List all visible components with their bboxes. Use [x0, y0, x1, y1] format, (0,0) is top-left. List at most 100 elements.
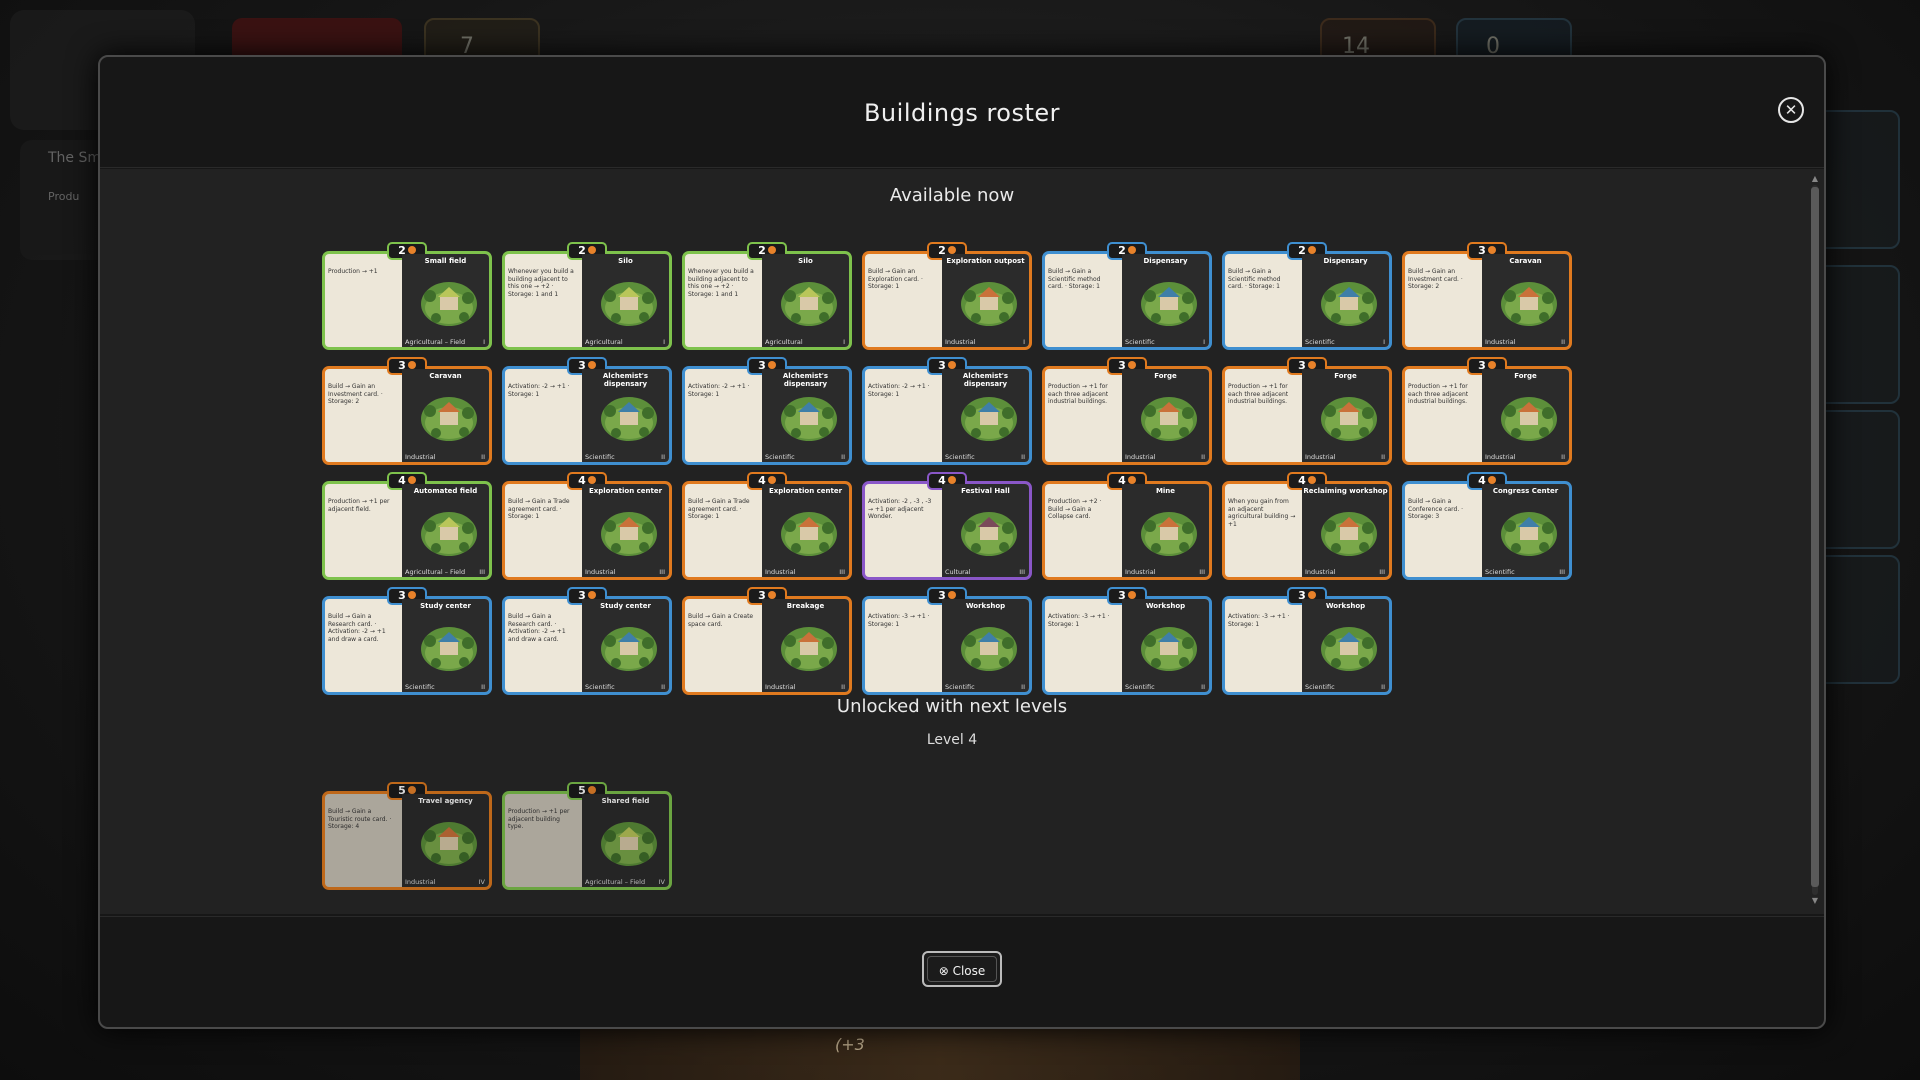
building-card[interactable]: 4 Build → Gain a Conference card. · Stora…	[1402, 472, 1572, 580]
building-card[interactable]: 3 Production → +1 for each three adjacent…	[1042, 357, 1212, 465]
resource-icon	[767, 361, 776, 369]
card-effect-text: Production → +1	[328, 268, 378, 275]
building-card[interactable]: 3 Activation: -3 → +1 · Storage: 1 Worksho…	[862, 587, 1032, 695]
modal-title: Buildings roster	[863, 99, 1061, 127]
scroll-thumb[interactable]	[1811, 187, 1819, 887]
card-art: Exploration center Industrial III	[762, 484, 849, 577]
card-type: Scientific	[1305, 338, 1335, 346]
resource-icon	[1127, 476, 1136, 484]
card-art: Forge Industrial II	[1482, 369, 1569, 462]
card-tier: I	[843, 338, 845, 346]
card-art: Exploration outpost Industrial I	[942, 254, 1029, 347]
building-card[interactable]: 2 Build → Gain a Scientific method card. …	[1042, 242, 1212, 350]
building-illustration-icon	[1321, 397, 1377, 441]
building-illustration-icon	[781, 512, 837, 556]
card-effect-text: Whenever you build a building adjacent t…	[508, 268, 574, 298]
card-effect-text: Build → Gain an Investment card. · Stora…	[1408, 268, 1463, 290]
bg-city-name: The Sm	[48, 150, 102, 166]
building-card[interactable]: 3 Build → Gain a Research card. · Activat…	[322, 587, 492, 695]
card-art: Festival Hall Cultural III	[942, 484, 1029, 577]
building-card[interactable]: 4 Build → Gain a Trade agreement card. · …	[682, 472, 852, 580]
roster-scroll-area[interactable]: Available now 2 Production → +1 Small fiel…	[100, 169, 1824, 914]
card-name: Exploration center	[768, 487, 843, 495]
card-type: Industrial	[1305, 453, 1336, 461]
card-effect-text: Activation: -3 → +1 · Storage: 1	[1048, 613, 1110, 628]
card-tier: II	[1381, 453, 1385, 461]
close-button[interactable]: ⊗ Close	[922, 951, 1002, 987]
card-effect-text: Build → Gain a Research card. · Activati…	[328, 613, 386, 643]
building-card[interactable]: 3 Production → +1 for each three adjacent…	[1222, 357, 1392, 465]
card-effect-text: Production → +1 for each three adjacent …	[1408, 383, 1469, 405]
resource-icon	[1307, 476, 1316, 484]
available-cards-grid: 2 Production → +1 Small field Agricultural …	[322, 239, 1582, 695]
card-type: Scientific	[1125, 683, 1155, 691]
card-effect-text: Whenever you build a building adjacent t…	[688, 268, 754, 298]
card-name: Caravan	[429, 372, 462, 380]
scroll-down-arrow-icon[interactable]: ▼	[1810, 897, 1820, 905]
building-card[interactable]: 3 Build → Gain an Investment card. · Stor…	[1402, 242, 1572, 350]
resource-icon	[947, 591, 956, 599]
building-illustration-icon	[601, 282, 657, 326]
building-card[interactable]: 2 Build → Gain a Scientific method card. …	[1222, 242, 1392, 350]
resource-icon	[1487, 361, 1496, 369]
card-tier: II	[1201, 683, 1205, 691]
card-tier: II	[481, 683, 485, 691]
building-card[interactable]: 3 Build → Gain an Investment card. · Stor…	[322, 357, 492, 465]
scrollbar[interactable]: ▲ ▼	[1810, 175, 1820, 905]
card-type: Scientific	[1305, 683, 1335, 691]
card-effect-text: Activation: -3 → +1 · Storage: 1	[1228, 613, 1290, 628]
card-name: Silo	[618, 257, 633, 265]
card-name: Workshop	[1325, 602, 1366, 610]
building-card[interactable]: 3 Build → Gain a Research card. · Activat…	[502, 587, 672, 695]
card-effect-text: Build → Gain a Scientific method card. ·…	[1228, 268, 1281, 290]
locked-building-card[interactable]: 5 Production → +1 per adjacent building t…	[502, 782, 672, 890]
card-art: Forge Industrial II	[1302, 369, 1389, 462]
resource-icon	[1487, 246, 1496, 254]
card-art: Silo Agricultural I	[582, 254, 669, 347]
building-illustration-icon	[961, 397, 1017, 441]
card-type: Agricultural – Field	[405, 338, 466, 346]
card-tier: II	[1561, 338, 1565, 346]
card-type: Industrial	[1485, 338, 1516, 346]
building-card[interactable]: 2 Build → Gain an Exploration card. · Sto…	[862, 242, 1032, 350]
building-card[interactable]: 3 Build → Gain a Create space card. Breaka…	[682, 587, 852, 695]
card-type: Scientific	[945, 683, 975, 691]
card-name: Dispensary	[1323, 257, 1368, 265]
close-circle-icon[interactable]: ✕	[1778, 97, 1804, 123]
card-tier: IV	[478, 878, 485, 886]
card-type: Industrial	[1125, 568, 1156, 576]
card-tier: III	[839, 568, 845, 576]
building-card[interactable]: 4 Production → +1 per adjacent field. Auto…	[322, 472, 492, 580]
scroll-up-arrow-icon[interactable]: ▲	[1810, 175, 1820, 183]
building-card[interactable]: 4 When you gain from an adjacent agricult…	[1222, 472, 1392, 580]
building-card[interactable]: 3 Activation: -3 → +1 · Storage: 1 Worksho…	[1042, 587, 1212, 695]
locked-building-card[interactable]: 5 Build → Gain a Touristic route card. · …	[322, 782, 492, 890]
building-illustration-icon	[1321, 282, 1377, 326]
card-effect-text: Activation: -3 → +1 · Storage: 1	[868, 613, 930, 628]
card-effect-text: Activation: -2 , -3 , -3 → +1 per adjace…	[868, 498, 932, 520]
building-card[interactable]: 4 Activation: -2 , -3 , -3 → +1 per adjac…	[862, 472, 1032, 580]
card-effect-text: Build → Gain a Touristic route card. · S…	[328, 808, 392, 830]
card-name: Exploration center	[588, 487, 663, 495]
building-card[interactable]: 4 Build → Gain a Trade agreement card. · …	[502, 472, 672, 580]
card-art: Workshop Scientific II	[942, 599, 1029, 692]
card-type: Scientific	[405, 683, 435, 691]
building-illustration-icon	[421, 627, 477, 671]
card-art: Alchemist's dispensary Scientific II	[762, 369, 849, 462]
building-card[interactable]: 3 Activation: -2 → +1 · Storage: 1 Alchemi…	[682, 357, 852, 465]
card-tier: IV	[658, 878, 665, 886]
resource-icon	[767, 591, 776, 599]
building-card[interactable]: 3 Activation: -3 → +1 · Storage: 1 Worksho…	[1222, 587, 1392, 695]
building-card[interactable]: 2 Whenever you build a building adjacent …	[502, 242, 672, 350]
building-card[interactable]: 3 Production → +1 for each three adjacent…	[1402, 357, 1572, 465]
building-card[interactable]: 2 Whenever you build a building adjacent …	[682, 242, 852, 350]
resource-icon	[407, 591, 416, 599]
card-tier: II	[1561, 453, 1565, 461]
building-card[interactable]: 4 Production → +2 · Build → Gain a Collap…	[1042, 472, 1212, 580]
resource-icon	[947, 476, 956, 484]
building-card[interactable]: 2 Production → +1 Small field Agricultural …	[322, 242, 492, 350]
building-card[interactable]: 3 Activation: -2 → +1 · Storage: 1 Alchemi…	[502, 357, 672, 465]
building-card[interactable]: 3 Activation: -2 → +1 · Storage: 1 Alchemi…	[862, 357, 1032, 465]
card-art: Caravan Industrial II	[1482, 254, 1569, 347]
building-illustration-icon	[1141, 627, 1197, 671]
